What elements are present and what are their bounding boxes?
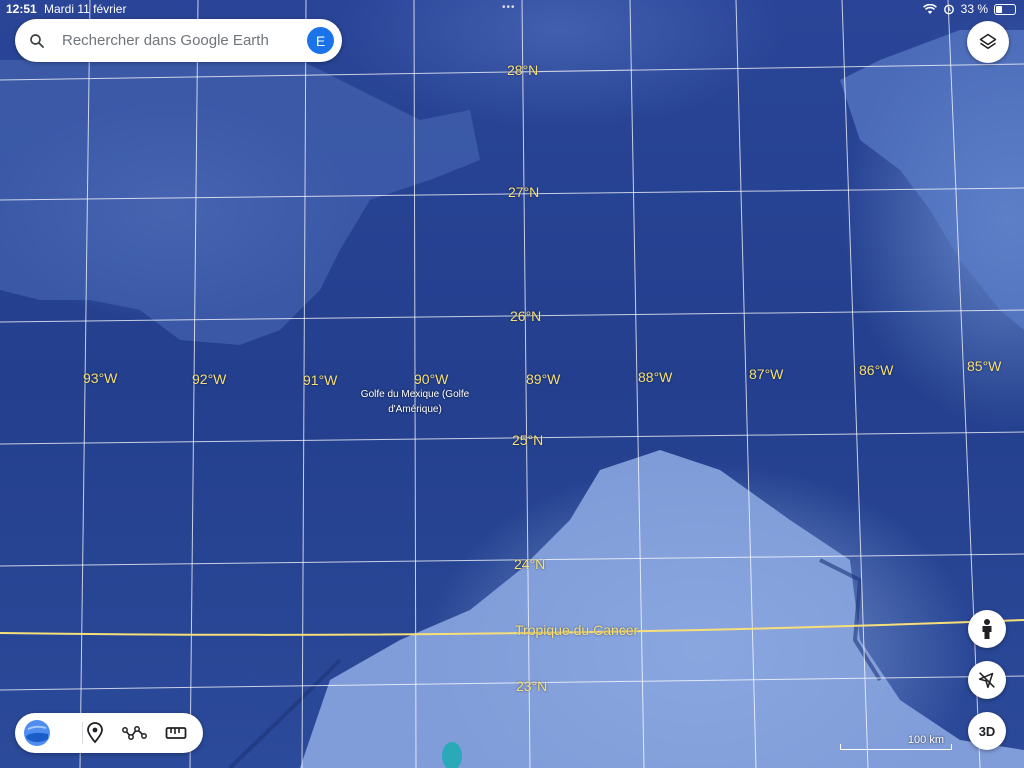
voyager-button[interactable] xyxy=(23,719,51,747)
latitude-label: 25°N xyxy=(512,432,544,448)
longitude-label: 91°W xyxy=(303,372,338,388)
search-icon[interactable] xyxy=(28,32,46,50)
graticule-grid xyxy=(0,0,1024,768)
longitude-label: 93°W xyxy=(83,370,118,386)
battery-percent: 33 % xyxy=(960,2,988,16)
status-indicators: 33 % xyxy=(922,2,1016,16)
search-bar[interactable]: E xyxy=(15,19,342,62)
longitude-label: 86°W xyxy=(859,362,894,378)
longitude-label: 87°W xyxy=(749,366,784,382)
tropic-label: Tropique du Cancer xyxy=(515,622,639,638)
longitude-label: 85°W xyxy=(967,358,1002,374)
bottom-toolbar xyxy=(15,713,203,753)
compass-icon xyxy=(978,672,995,689)
longitude-label: 88°W xyxy=(638,369,673,385)
longitude-label: 90°W xyxy=(414,371,449,387)
longitude-label: 89°W xyxy=(526,371,561,387)
draw-path-button[interactable] xyxy=(121,719,149,747)
place-label-gulf[interactable]: Golfe du Mexique (Golfe d'Amérique) xyxy=(355,387,475,417)
add-placemark-button[interactable] xyxy=(81,719,109,747)
latitude-label: 27°N xyxy=(508,184,540,200)
layers-button[interactable] xyxy=(967,21,1009,63)
battery-icon xyxy=(994,3,1016,15)
alarm-icon xyxy=(943,4,954,15)
placemark-icon xyxy=(87,722,103,744)
search-input[interactable] xyxy=(60,31,292,50)
scale-line xyxy=(840,744,952,750)
status-date: Mardi 11 février xyxy=(44,2,127,16)
map-view[interactable]: 28°N 27°N 26°N 25°N 24°N 23°N 93°W 92°W … xyxy=(0,0,1024,768)
ruler-icon xyxy=(165,727,187,739)
measure-button[interactable] xyxy=(162,719,190,747)
layers-icon xyxy=(979,33,997,49)
scale-bar: 100 km xyxy=(840,734,952,752)
wifi-icon xyxy=(922,3,937,14)
avatar[interactable]: E xyxy=(307,27,334,54)
status-bar: 12:51 Mardi 11 février ••• 33 % xyxy=(0,0,1024,18)
longitude-label: 92°W xyxy=(192,371,227,387)
latitude-label: 24°N xyxy=(514,556,546,572)
latitude-label: 26°N xyxy=(510,308,542,324)
pegman-icon xyxy=(982,619,992,639)
multitasking-dots[interactable]: ••• xyxy=(502,2,516,13)
tropic-of-cancer-line xyxy=(0,619,1024,636)
street-view-button[interactable] xyxy=(968,610,1006,648)
view-3d-button[interactable]: 3D xyxy=(968,712,1006,750)
latitude-label: 28°N xyxy=(507,62,539,78)
compass-button[interactable] xyxy=(968,661,1006,699)
status-time: 12:51 xyxy=(6,2,37,16)
path-icon xyxy=(122,726,147,740)
latitude-label: 23°N xyxy=(516,678,548,694)
earth-icon xyxy=(24,720,50,746)
